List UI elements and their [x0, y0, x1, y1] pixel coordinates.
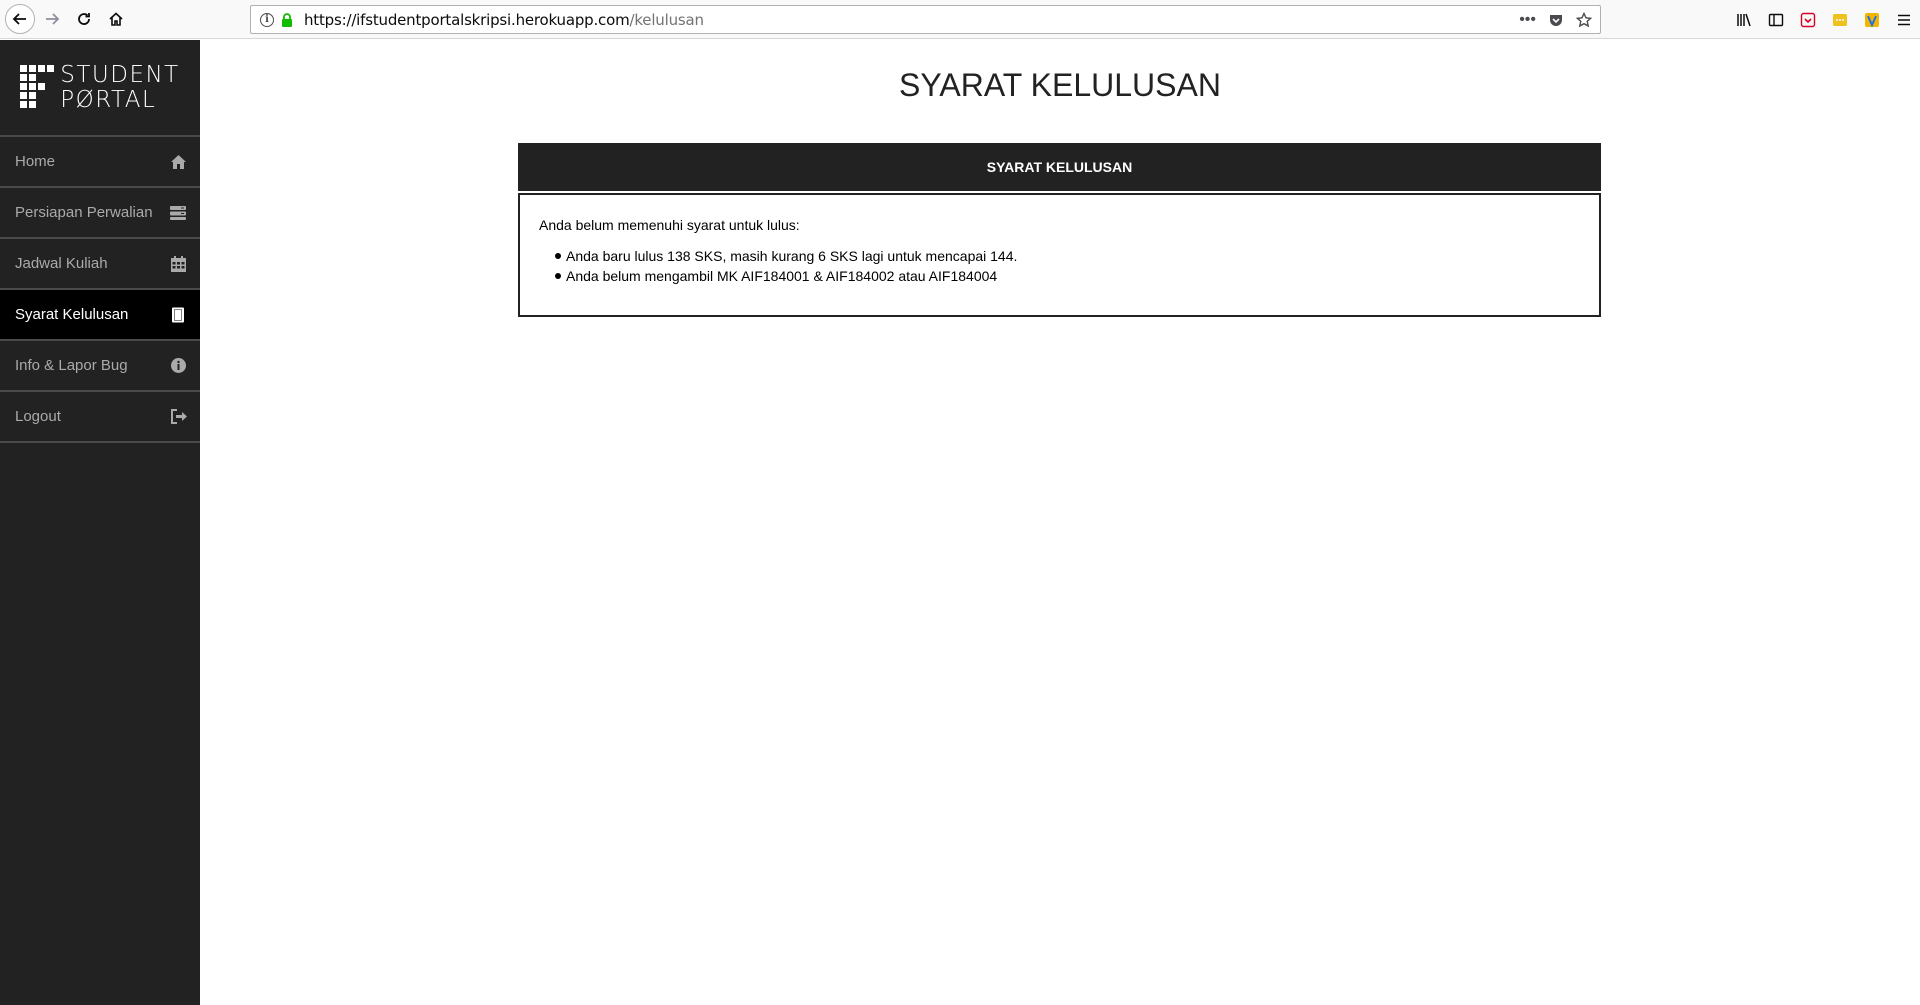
bookmark-star-icon[interactable] [1576, 11, 1592, 28]
list-item: Anda belum mengambil MK AIF184001 & AIF1… [555, 266, 1580, 286]
sidebar-item-info-lapor-bug[interactable]: Info & Lapor Bug [0, 341, 200, 392]
back-button[interactable] [5, 4, 35, 34]
library-icon[interactable] [1728, 0, 1760, 39]
calendar-icon [169, 255, 187, 273]
panel-header-title: SYARAT KELULUSAN [986, 159, 1133, 175]
logo[interactable]: STUDENT PØRTAL [0, 40, 200, 137]
address-bar[interactable]: i https://ifstudentportalskripsi.herokua… [250, 5, 1601, 34]
sidebar-item-label: Home [15, 153, 56, 170]
sidebar-item-label: Persiapan Perwalian [15, 204, 153, 221]
logo-text: STUDENT PØRTAL [60, 61, 180, 113]
pocket-icon[interactable] [1548, 12, 1564, 28]
sidebar-item-home[interactable]: Home [0, 137, 200, 188]
sidebar-item-jadwal-kuliah[interactable]: Jadwal Kuliah [0, 239, 200, 290]
reload-icon [78, 13, 90, 25]
logout-icon [169, 408, 187, 426]
panel-body: Anda belum memenuhi syarat untuk lulus: … [518, 193, 1601, 317]
more-actions-icon[interactable]: ••• [1519, 11, 1536, 29]
home-icon [109, 12, 123, 26]
reload-button[interactable] [70, 5, 98, 33]
logo-inner: STUDENT PØRTAL [20, 61, 180, 113]
browser-extensions [1728, 0, 1920, 39]
main-content: SYARAT KELULUSAN SYARAT KELULUSAN Anda b… [200, 40, 1920, 1005]
v-extension-icon[interactable] [1856, 0, 1888, 39]
url-actions: ••• [1519, 6, 1592, 33]
panel-header: SYARAT KELULUSAN [518, 143, 1601, 191]
requirements-list: Anda baru lulus 138 SKS, masih kurang 6 … [539, 246, 1580, 286]
sidebar-item-syarat-kelulusan[interactable]: Syarat Kelulusan [0, 290, 200, 341]
home-icon [169, 153, 187, 171]
requirements-intro: Anda belum memenuhi syarat untuk lulus: [539, 217, 800, 233]
url-path: /kelulusan [629, 10, 704, 29]
url-host: https://ifstudentportalskripsi.herokuapp… [304, 10, 630, 29]
info-icon[interactable]: i [260, 12, 274, 27]
page-title: SYARAT KELULUSAN [899, 67, 1221, 103]
lock-icon[interactable] [280, 12, 294, 28]
forward-button[interactable] [38, 5, 66, 33]
pocket-extension-icon[interactable] [1792, 0, 1824, 39]
browser-toolbar: i https://ifstudentportalskripsi.herokua… [0, 0, 1920, 39]
url-text[interactable]: https://ifstudentportalskripsi.herokuapp… [304, 11, 704, 29]
server-icon [169, 204, 187, 222]
sidebar: STUDENT PØRTAL Home Persiapan Perwalian … [0, 40, 200, 1005]
logo-mark-icon [20, 64, 55, 108]
arrow-left-icon [12, 13, 26, 25]
book-icon [169, 306, 187, 324]
sidebar-item-logout[interactable]: Logout [0, 392, 200, 443]
list-item: Anda baru lulus 138 SKS, masih kurang 6 … [555, 246, 1580, 266]
info-icon [169, 357, 187, 375]
sidebar-item-persiapan-perwalian[interactable]: Persiapan Perwalian [0, 188, 200, 239]
notes-extension-icon[interactable] [1824, 0, 1856, 39]
sidebar-item-label: Info & Lapor Bug [15, 357, 128, 374]
logo-line2: PØRTAL [60, 86, 157, 113]
menu-hamburger-icon[interactable] [1888, 0, 1920, 39]
sidebar-toggle-icon[interactable] [1760, 0, 1792, 39]
sidebar-item-label: Jadwal Kuliah [15, 255, 108, 272]
sidebar-item-label: Syarat Kelulusan [15, 306, 129, 323]
arrow-right-icon [46, 13, 60, 25]
sidebar-menu: Home Persiapan Perwalian Jadwal Kuliah S… [0, 137, 200, 443]
sidebar-item-label: Logout [15, 408, 61, 425]
home-button[interactable] [102, 5, 130, 33]
logo-line1: STUDENT [60, 61, 180, 88]
